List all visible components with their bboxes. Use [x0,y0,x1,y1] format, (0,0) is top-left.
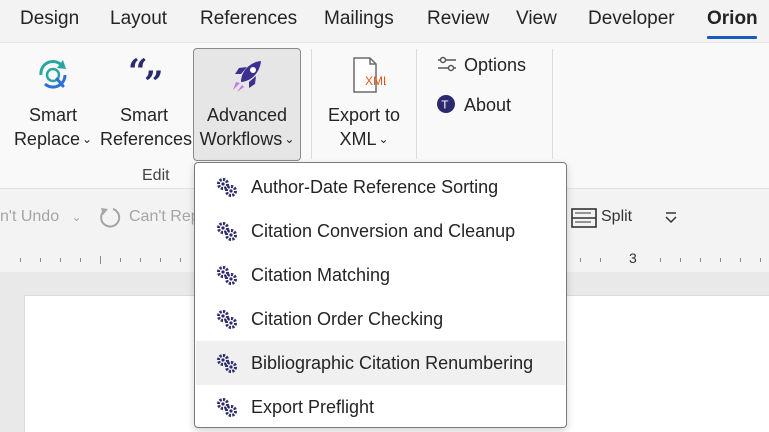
group-divider [311,49,312,159]
export-to-xml-button[interactable]: XML Export to XML⌄ [322,55,406,155]
tab-mailings[interactable]: Mailings [324,8,394,30]
advanced-workflows-menu: Author-Date Reference Sorting Citation C… [194,162,567,428]
gears-icon [217,310,237,329]
menu-item-label: Citation Matching [251,265,391,285]
menu-item-citation-renumbering[interactable]: Bibliographic Citation Renumbering [196,341,565,385]
export-to-xml-label-1: Export to [327,105,401,125]
xml-badge: XML [365,74,386,88]
menu-item-label: Bibliographic Citation Renumbering [251,353,534,373]
tab-layout[interactable]: Layout [110,8,167,30]
svg-text:”: ” [144,64,164,95]
gears-icon [217,398,237,417]
menu-item-export-preflight[interactable]: Export Preflight [196,385,565,429]
tab-developer[interactable]: Developer [588,8,675,30]
smart-replace-label-2: Replace ⌄ [13,129,93,149]
repeat-icon [100,208,121,228]
gears-icon [217,222,237,241]
repeat-button[interactable]: Can't Rep [129,208,200,226]
tab-orion[interactable]: Orion [707,8,758,30]
options-button[interactable]: Options [436,55,526,76]
group-divider [416,49,417,159]
ribbon-tabs: Design Layout References Mailings Review… [0,0,769,42]
chevron-down-icon: ⌄ [81,132,93,146]
advanced-workflows-label-2: Workflows ⌄ [199,129,295,149]
xml-file-icon: XML [353,57,386,93]
undo-button[interactable]: n't Undo ⌄ [0,208,82,226]
ruler-number: 3 [629,250,637,266]
options-icon [438,56,456,72]
menu-item-label: Citation Conversion and Cleanup [251,221,516,241]
gears-icon [217,354,237,373]
quote-icon: “ ” [128,55,164,95]
smart-references-label-1: Smart [119,105,168,125]
rocket-icon [233,61,261,92]
smart-references-label-2: References [100,129,193,149]
menu-item-label: Citation Order Checking [251,309,444,329]
smart-replace-button[interactable]: Smart Replace ⌄ [10,55,96,155]
menu-item-label: Export Preflight [251,397,375,417]
tab-review[interactable]: Review [427,8,489,30]
split-button[interactable]: Split [601,208,632,226]
smart-replace-icon [39,60,67,89]
gears-icon [217,178,237,197]
menu-item-author-date-sorting[interactable]: Author-Date Reference Sorting [196,165,565,209]
about-label: About [464,95,512,115]
menu-item-citation-order-checking[interactable]: Citation Order Checking [196,297,565,341]
chevron-down-icon: ⌄ [71,210,82,224]
menu-item-label: Author-Date Reference Sorting [251,177,499,197]
gears-icon [217,266,237,285]
more-options-icon[interactable] [664,211,678,225]
tab-references[interactable]: References [200,8,297,30]
about-logo-icon: T [437,95,455,113]
tab-design[interactable]: Design [20,8,79,30]
smart-references-button[interactable]: “ ” Smart References [100,55,193,155]
active-tab-indicator [707,36,757,39]
chevron-down-icon: ⌄ [378,132,389,146]
menu-item-citation-matching[interactable]: Citation Matching [196,253,565,297]
advanced-workflows-button[interactable]: Advanced Workflows ⌄ [193,48,301,161]
split-icon [571,208,597,228]
group-divider [552,49,553,159]
tab-view[interactable]: View [516,8,557,30]
about-button[interactable]: T About [436,94,511,116]
group-label-edit: Edit [142,167,170,184]
export-to-xml-label-2: XML ⌄ [339,129,389,149]
menu-item-citation-conversion[interactable]: Citation Conversion and Cleanup [196,209,565,253]
chevron-down-icon: ⌄ [284,132,295,146]
smart-replace-label-1: Smart [28,105,77,125]
options-label: Options [464,55,527,75]
advanced-workflows-label-1: Advanced [206,105,288,125]
svg-text:T: T [441,99,449,112]
